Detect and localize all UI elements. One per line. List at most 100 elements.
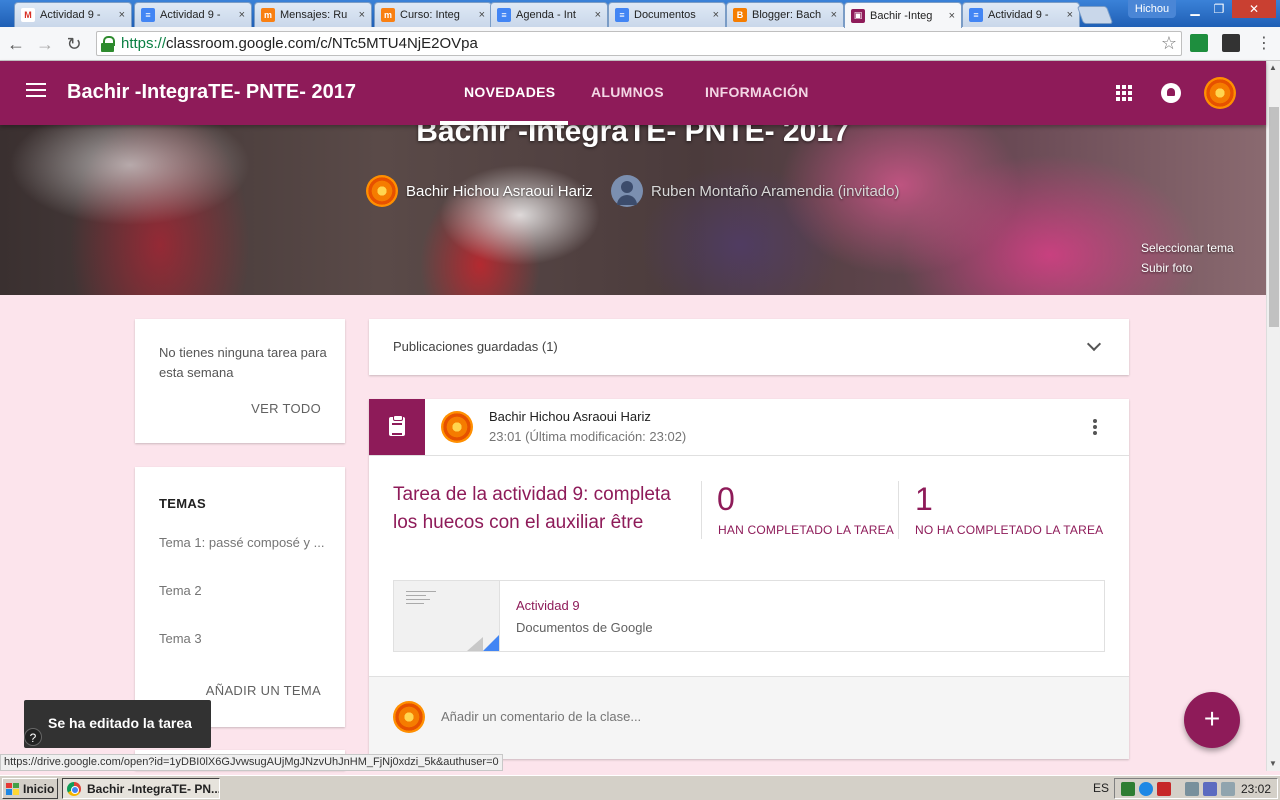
browser-tab[interactable]: ≡ Agenda - Int × bbox=[490, 2, 608, 27]
start-label: Inicio bbox=[23, 781, 55, 796]
scroll-down-arrow-icon[interactable]: ▼ bbox=[1269, 759, 1277, 768]
windows-taskbar: Inicio Bachir -IntegraTE- PN... ES 23:02 bbox=[0, 775, 1280, 800]
ie-icon[interactable] bbox=[1139, 782, 1153, 796]
browser-tab[interactable]: m Curso: Integ × bbox=[374, 2, 492, 27]
upload-photo-link[interactable]: Subir foto bbox=[1141, 261, 1192, 275]
lock-icon bbox=[101, 35, 115, 52]
restore-icon[interactable]: ❐ bbox=[1208, 0, 1230, 18]
system-clock: 23:02 bbox=[1240, 782, 1271, 796]
view-all-link[interactable]: VER TODO bbox=[251, 401, 321, 416]
url-scheme: https:// bbox=[121, 35, 167, 52]
more-options-icon[interactable] bbox=[1093, 419, 1097, 437]
topic-item[interactable]: Tema 2 bbox=[159, 583, 329, 598]
topics-card: TEMAS Tema 1: passé composé y ... Tema 2… bbox=[135, 467, 345, 727]
taskbar-window-label: Bachir -IntegraTE- PN... bbox=[87, 781, 220, 796]
close-icon[interactable]: × bbox=[1067, 9, 1073, 21]
banner-title: Bachir -IntegraTE- PNTE- 2017 bbox=[416, 125, 850, 148]
tray-app-icon[interactable] bbox=[1121, 782, 1135, 796]
tab-label: Curso: Integ bbox=[400, 9, 460, 21]
comment-input[interactable]: Añadir un comentario de la clase... bbox=[441, 709, 641, 724]
docs-icon: ≡ bbox=[969, 8, 983, 22]
attachment-type: Documentos de Google bbox=[516, 620, 653, 635]
not-completed-label[interactable]: NO HA COMPLETADO LA TAREA bbox=[915, 523, 1103, 537]
completed-label[interactable]: HAN COMPLETADO LA TAREA bbox=[718, 523, 894, 537]
add-topic-button[interactable]: AÑADIR UN TEMA bbox=[206, 683, 321, 698]
menu-icon[interactable]: ⋮ bbox=[1252, 32, 1276, 56]
select-theme-link[interactable]: Seleccionar tema bbox=[1141, 241, 1234, 255]
scroll-up-arrow-icon[interactable]: ▲ bbox=[1269, 63, 1277, 72]
bookmark-star-icon[interactable]: ☆ bbox=[1161, 33, 1177, 54]
close-icon[interactable]: × bbox=[359, 9, 365, 21]
close-icon[interactable]: × bbox=[239, 9, 245, 21]
tab-novedades[interactable]: NOVEDADES bbox=[464, 84, 555, 100]
guest-teacher-name: Ruben Montaño Aramendia (invitado) bbox=[651, 182, 900, 200]
start-button[interactable]: Inicio bbox=[2, 778, 58, 799]
docs-icon: ≡ bbox=[615, 8, 629, 22]
close-icon[interactable]: × bbox=[949, 10, 955, 22]
topic-item[interactable]: Tema 1: passé composé y ... bbox=[159, 535, 329, 550]
post-author: Bachir Hichou Asraoui Hariz bbox=[489, 409, 651, 424]
tab-label: Blogger: Bach bbox=[752, 9, 822, 21]
snackbar: Se ha editado la tarea bbox=[24, 700, 211, 748]
classroom-extension-icon[interactable] bbox=[1190, 34, 1208, 52]
topic-item[interactable]: Tema 3 bbox=[159, 631, 329, 646]
usb-icon[interactable] bbox=[1185, 782, 1199, 796]
attachment[interactable]: Actividad 9 Documentos de Google bbox=[393, 580, 1105, 652]
back-arrow-icon[interactable]: ← bbox=[4, 32, 28, 56]
browser-tab[interactable]: ≡ Documentos × bbox=[608, 2, 726, 27]
tab-informacion[interactable]: INFORMACIÓN bbox=[705, 84, 809, 100]
tab-alumnos[interactable]: ALUMNOS bbox=[591, 84, 664, 100]
browser-tab-active[interactable]: ▣ Bachir -Integ × bbox=[844, 2, 962, 28]
hamburger-menu-icon[interactable] bbox=[26, 83, 46, 101]
profile-name[interactable]: Hichou bbox=[1128, 0, 1176, 18]
window-close-icon[interactable]: ✕ bbox=[1232, 0, 1276, 18]
saved-posts-card[interactable]: Publicaciones guardadas (1) bbox=[369, 319, 1129, 375]
close-icon[interactable]: × bbox=[831, 9, 837, 21]
new-tab-button[interactable] bbox=[1076, 6, 1114, 24]
divider bbox=[701, 481, 702, 539]
topics-heading: TEMAS bbox=[159, 496, 206, 511]
film-extension-icon[interactable] bbox=[1222, 34, 1240, 52]
url-text: classroom.google.com/c/NTc5MTU4NjE2OVpa bbox=[166, 35, 478, 52]
browser-tab[interactable]: ≡ Actividad 9 - × bbox=[962, 2, 1080, 27]
active-tab-indicator bbox=[440, 121, 568, 125]
docs-icon: ≡ bbox=[141, 8, 155, 22]
browser-tab[interactable]: ≡ Actividad 9 - × bbox=[134, 2, 252, 27]
close-icon[interactable]: × bbox=[119, 9, 125, 21]
upcoming-message: No tienes ninguna tarea para esta semana bbox=[159, 345, 327, 380]
notifications-bell-icon[interactable] bbox=[1161, 83, 1181, 103]
reload-icon[interactable]: ↻ bbox=[62, 32, 86, 56]
close-icon[interactable]: × bbox=[595, 9, 601, 21]
help-icon[interactable]: ? bbox=[24, 728, 42, 746]
default-avatar-icon bbox=[611, 175, 643, 207]
tab-label: Actividad 9 - bbox=[40, 9, 101, 21]
scroll-thumb[interactable] bbox=[1269, 107, 1279, 327]
browser-tab[interactable]: B Blogger: Bach × bbox=[726, 2, 844, 27]
classroom-header: Bachir -IntegraTE- PNTE- 2017 NOVEDADES … bbox=[0, 61, 1266, 125]
language-indicator[interactable]: ES bbox=[1093, 781, 1109, 795]
browser-tab[interactable]: M Actividad 9 - × bbox=[14, 2, 132, 27]
volume-icon[interactable] bbox=[1221, 782, 1235, 796]
attachment-title[interactable]: Actividad 9 bbox=[516, 598, 580, 613]
create-post-fab[interactable]: + bbox=[1184, 692, 1240, 748]
completed-count[interactable]: 0 bbox=[717, 481, 735, 518]
browser-tab[interactable]: m Mensajes: Ru × bbox=[254, 2, 372, 27]
assignment-title[interactable]: Tarea de la actividad 9: completa los hu… bbox=[393, 481, 673, 537]
user-avatar[interactable] bbox=[1204, 77, 1236, 109]
windows-logo-icon bbox=[6, 782, 20, 795]
network-icon[interactable] bbox=[1203, 782, 1217, 796]
forward-arrow-icon[interactable]: → bbox=[33, 32, 57, 56]
chevron-down-icon[interactable] bbox=[1086, 336, 1102, 352]
close-icon[interactable]: × bbox=[479, 9, 485, 21]
page-scrollbar[interactable]: ▲ ▼ bbox=[1266, 61, 1280, 771]
taskbar-window-chrome[interactable]: Bachir -IntegraTE- PN... bbox=[62, 778, 220, 799]
teacher-name: Bachir Hichou Asraoui Hariz bbox=[406, 182, 593, 200]
security-icon[interactable] bbox=[1157, 782, 1171, 796]
moodle-icon: m bbox=[381, 8, 395, 22]
close-icon[interactable]: × bbox=[713, 9, 719, 21]
not-completed-count[interactable]: 1 bbox=[915, 481, 933, 518]
divider bbox=[369, 455, 1129, 456]
apps-grid-icon[interactable] bbox=[1116, 85, 1132, 101]
minimize-icon[interactable]: ▁ bbox=[1184, 0, 1206, 18]
address-bar[interactable]: https:// classroom.google.com/c/NTc5MTU4… bbox=[96, 31, 1182, 56]
